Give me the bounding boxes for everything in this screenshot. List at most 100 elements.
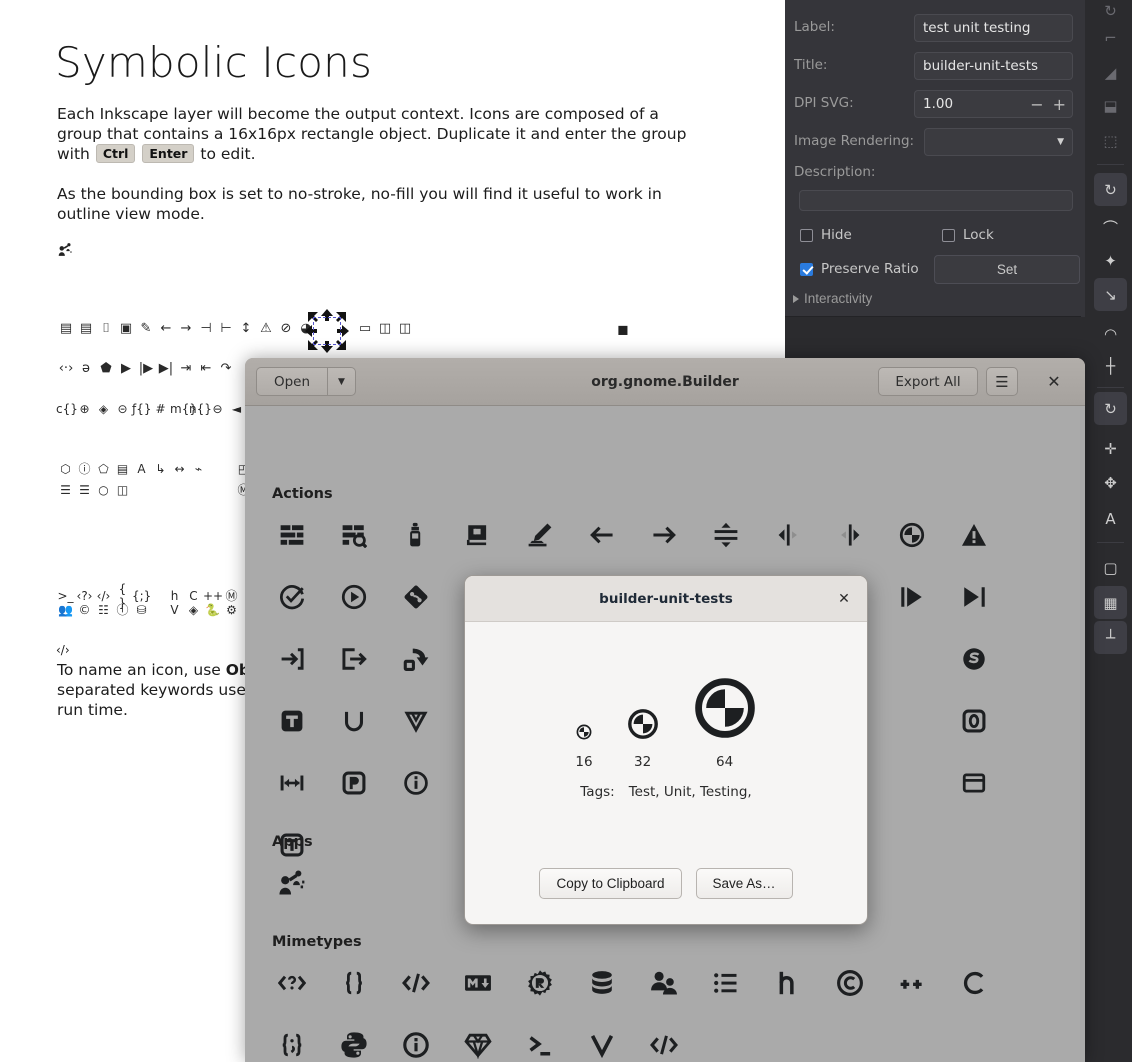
icon-builder-documentation[interactable] [447, 504, 509, 566]
snap-nodes-icon[interactable]: ↻ [1094, 173, 1127, 206]
icon-builder-split-vertical[interactable] [695, 504, 757, 566]
icon-builder-step-in[interactable] [261, 628, 323, 690]
hide-checkbox-row[interactable]: Hide [800, 227, 852, 243]
builder-redo-mini-icon: ↷ [220, 361, 232, 376]
icon-builder-hidden-12[interactable] [881, 690, 943, 752]
snap-bbox-corner-icon[interactable]: ◢ [1094, 56, 1127, 89]
icon-text-header[interactable] [757, 952, 819, 1014]
icon-builder-window[interactable] [943, 752, 1005, 814]
lock-checkbox[interactable] [942, 228, 955, 242]
snap-text-baseline-icon[interactable]: A [1094, 502, 1127, 535]
copy-to-clipboard-button[interactable]: Copy to Clipboard [539, 868, 682, 899]
icon-text-vala[interactable] [571, 1014, 633, 1062]
icon-text-c[interactable] [943, 952, 1005, 1014]
hamburger-menu-icon[interactable]: ☰ [986, 367, 1018, 396]
icon-text-cpp[interactable] [881, 952, 943, 1014]
icon-builder-spray[interactable] [385, 504, 447, 566]
snap-others-icon[interactable]: ↻ [1094, 392, 1127, 425]
icon-builder-build[interactable] [261, 504, 323, 566]
icon-text-json[interactable] [323, 952, 385, 1014]
icon-builder-t-box[interactable] [261, 690, 323, 752]
icon-builder-hidden-6[interactable] [881, 628, 943, 690]
preserve-ratio-checkbox[interactable] [800, 262, 813, 276]
icon-builder-edit[interactable] [509, 504, 571, 566]
open-button[interactable]: Open [256, 367, 327, 396]
image-rendering-select[interactable]: ▼ [924, 128, 1073, 156]
lock-checkbox-row[interactable]: Lock [942, 227, 994, 243]
icon-text-code[interactable] [633, 1014, 695, 1062]
icon-builder-go-forward[interactable] [633, 504, 695, 566]
snap-grid-lines-icon[interactable]: ▦ [1094, 586, 1127, 619]
icon-builder-s-circle[interactable] [943, 628, 1005, 690]
icon-builder-warning[interactable] [943, 504, 1005, 566]
icon-text-ruby[interactable] [447, 1014, 509, 1062]
icon-text-html[interactable] [385, 952, 447, 1014]
icon-builder-build-inspect[interactable] [323, 504, 385, 566]
close-icon[interactable]: ✕ [833, 588, 855, 610]
icon-builder-redo[interactable] [385, 628, 447, 690]
description-field[interactable] [799, 190, 1073, 211]
icon-text-python[interactable] [323, 1014, 385, 1062]
icon-builder-run[interactable] [323, 566, 385, 628]
preview-32[interactable]: 32 [627, 676, 659, 770]
icon-text-sql[interactable] [571, 952, 633, 1014]
icon-text-rust[interactable] [509, 952, 571, 1014]
snap-path-icon[interactable]: ◠ [1094, 317, 1127, 350]
icon-builder-panel-left[interactable] [757, 504, 819, 566]
icon-builder-go-back[interactable] [571, 504, 633, 566]
icon-text-copyright[interactable] [819, 952, 881, 1014]
icon-text-markdown[interactable] [447, 952, 509, 1014]
hide-checkbox[interactable] [800, 228, 813, 242]
preview-16[interactable]: 16 [575, 676, 593, 770]
preview-64[interactable]: 64 [693, 676, 757, 770]
icon-builder-panel-right[interactable] [819, 504, 881, 566]
interactivity-expander[interactable]: Interactivity [793, 291, 872, 306]
icon-builder-measure[interactable] [261, 752, 323, 814]
save-as-button[interactable]: Save As… [695, 868, 793, 899]
snap-bbox-icon[interactable]: ⬚ [1094, 124, 1127, 157]
icon-builder-step-to-end[interactable] [943, 566, 1005, 628]
icon-text-list[interactable] [695, 952, 757, 1014]
icon-builder-info[interactable] [385, 752, 447, 814]
icon-text-css[interactable] [261, 1014, 323, 1062]
snap-bbox-edge-icon[interactable]: ⬓ [1094, 89, 1127, 122]
close-icon[interactable]: ✕ [1040, 367, 1068, 396]
selection-handles[interactable] [305, 309, 349, 353]
snap-grid-icon[interactable]: ✛ [1094, 432, 1127, 465]
snap-center-icon[interactable]: ✥ [1094, 466, 1127, 499]
snap-page-border-icon[interactable]: ▢ [1094, 551, 1127, 584]
icon-org-gnome-builder[interactable] [261, 853, 323, 915]
icon-text-info[interactable] [385, 1014, 447, 1062]
icon-builder-unit-tests[interactable] [881, 504, 943, 566]
preserve-ratio-row[interactable]: Preserve Ratio [800, 261, 919, 277]
dpi-decrement-button[interactable]: − [1030, 95, 1043, 114]
icon-builder-step-over[interactable] [881, 566, 943, 628]
icon-text-shell[interactable] [509, 1014, 571, 1062]
lock-label: Lock [963, 227, 994, 243]
text-code-mini-icon: ‹/› [56, 643, 70, 657]
label-field[interactable]: test unit testing [914, 14, 1073, 42]
icon-builder-step-out[interactable] [323, 628, 385, 690]
icon-builder-u[interactable] [323, 690, 385, 752]
snap-node-cusp-icon[interactable]: ✦ [1094, 244, 1127, 277]
open-dropdown-button[interactable]: ▼ [327, 367, 356, 396]
dpi-field[interactable]: 1.00 − + [914, 90, 1073, 118]
icon-builder-0-box[interactable] [943, 690, 1005, 752]
icon-builder-git[interactable] [385, 566, 447, 628]
export-all-button[interactable]: Export All [878, 367, 978, 396]
snap-midpoint-icon[interactable]: ┼ [1094, 349, 1127, 382]
icon-builder-vala[interactable] [385, 690, 447, 752]
snap-guide-lines-icon[interactable]: ┴ [1094, 621, 1127, 654]
dpi-increment-button[interactable]: + [1053, 95, 1066, 114]
icon-text-contacts[interactable] [633, 952, 695, 1014]
icon-builder-hidden-18[interactable] [881, 752, 943, 814]
set-button[interactable]: Set [934, 255, 1080, 284]
text-copyright-mini-icon: © [78, 603, 91, 617]
snap-node-smooth-icon[interactable]: ↘ [1094, 278, 1127, 311]
snap-path-intersection-icon[interactable]: ⌒ [1094, 211, 1127, 244]
snap-bbox-edge-midpoint-icon[interactable]: ⌐ [1094, 21, 1127, 54]
icon-builder-p-box[interactable] [323, 752, 385, 814]
title-field[interactable]: builder-unit-tests [914, 52, 1073, 80]
icon-text-xml[interactable] [261, 952, 323, 1014]
icon-builder-check[interactable] [261, 566, 323, 628]
